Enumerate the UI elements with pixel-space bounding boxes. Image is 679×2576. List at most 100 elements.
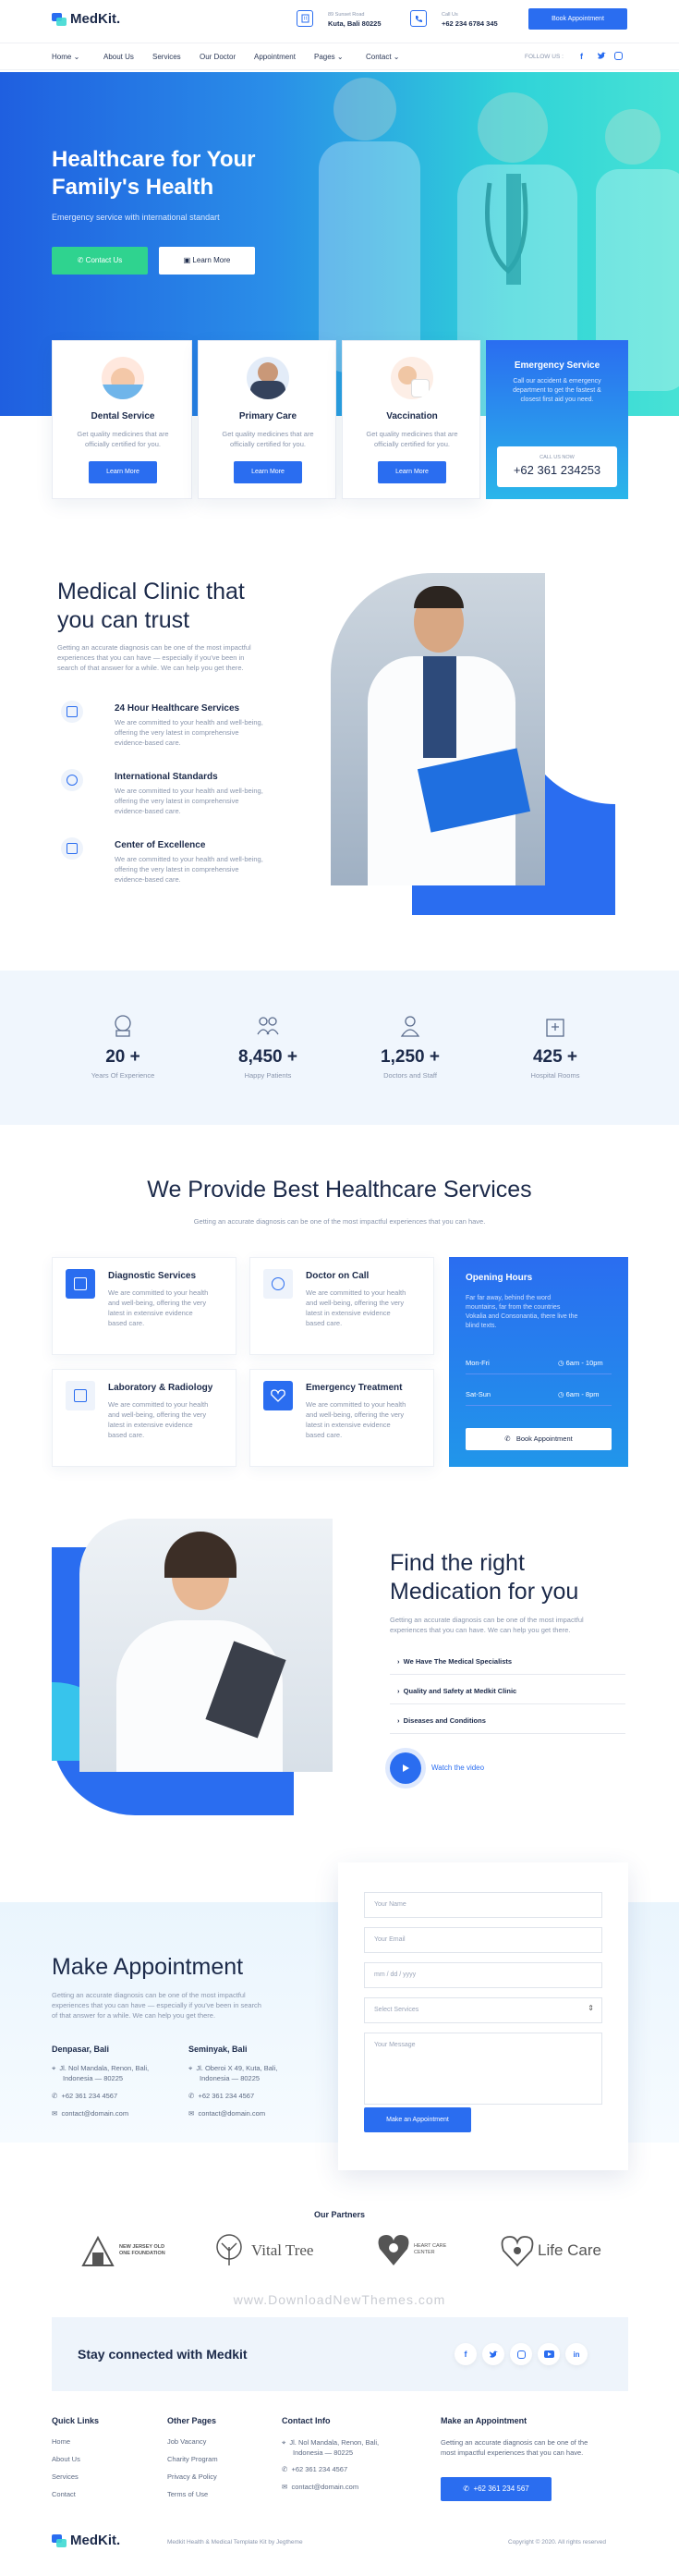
divider (390, 1674, 625, 1675)
hours-time: ◷ 6am - 10pm (558, 1359, 603, 1367)
footer-email[interactable]: ✉ contact@domain.com (282, 2483, 358, 2491)
partner-logo[interactable]: NEW JERSEY OLD ONE FOUNDATION (81, 2234, 169, 2267)
book-appointment-button[interactable]: Book Appointment (528, 8, 627, 30)
footer-heading: Make an Appointment (441, 2416, 527, 2425)
instagram-icon[interactable] (510, 2343, 532, 2365)
partner-logo[interactable]: HEART CARE CENTER (377, 2232, 447, 2267)
footer-phone-button[interactable]: ✆ +62 361 234 567 (441, 2477, 552, 2501)
footer-link-about[interactable]: About Us (52, 2455, 80, 2463)
tree-logo-icon (216, 2234, 242, 2265)
hero-title: Healthcare for Your Family's Health (52, 147, 256, 200)
office-email[interactable]: ✉ contact@domain.com (52, 2108, 128, 2118)
facebook-icon[interactable]: f (455, 2343, 477, 2365)
service-card-emergency: Emergency Treatment We are committed to … (249, 1369, 434, 1467)
name-input[interactable]: Your Name (364, 1892, 602, 1918)
footer-logo[interactable]: MedKit. (52, 2533, 120, 2548)
doctor-call-icon (263, 1269, 293, 1299)
nav-item-doctor[interactable]: Our Doctor (200, 53, 236, 61)
footer-appointment-text: Getting an accurate diagnosis can be one… (441, 2438, 588, 2457)
facebook-icon[interactable]: f (580, 52, 583, 61)
emergency-phone[interactable]: +62 361 234253 (497, 463, 617, 477)
provide-subtitle: Getting an accurate diagnosis can be one… (193, 1217, 486, 1226)
office-address: ⌖ Jl. Nol Mandala, Renon, Bali, Indonesia… (52, 2064, 150, 2082)
instagram-icon[interactable] (614, 52, 623, 60)
partner-logo[interactable]: Vital Tree (211, 2234, 313, 2267)
nav-item-home[interactable]: Home ⌄ (52, 53, 79, 61)
address-small: 89 Sunset Road (328, 12, 365, 18)
footer-link-services[interactable]: Services (52, 2472, 79, 2481)
footer-link-privacy[interactable]: Privacy & Policy (167, 2472, 217, 2481)
stat-number: 20 + (105, 1047, 140, 1067)
make-appointment-button[interactable]: Make an Appointment (364, 2107, 471, 2132)
medication-title: Find the right Medication for you (390, 1550, 579, 1605)
foundation-logo-icon (81, 2235, 115, 2266)
appointment-intro: Getting an accurate diagnosis can be one… (52, 1991, 261, 2020)
card-text: We are committed to your health and well-… (108, 1288, 209, 1327)
watermark-text: www.DownloadNewThemes.com (233, 2292, 446, 2307)
learn-more-button[interactable]: ▣ Learn More (159, 247, 255, 275)
service-card-doctor-on-call: Doctor on Call We are committed to your … (249, 1257, 434, 1355)
nav-item-appointment[interactable]: Appointment (254, 53, 296, 61)
medication-item[interactable]: › We Have The Medical Specialists (397, 1657, 512, 1666)
nav-item-pages[interactable]: Pages ⌄ (314, 53, 344, 61)
logo-icon (52, 12, 67, 26)
divider (466, 1373, 612, 1374)
office-email[interactable]: ✉ contact@domain.com (188, 2108, 265, 2118)
card-title: Doctor on Call (306, 1271, 370, 1281)
card-text: We are committed to your health and well-… (108, 1400, 209, 1439)
hours-title: Opening Hours (466, 1273, 533, 1283)
stat-label: Years Of Experience (91, 1071, 155, 1080)
stay-connected-banner: Stay connected with Medkit f in (52, 2317, 628, 2391)
brand-name: MedKit. (70, 2533, 121, 2548)
footer-link-terms[interactable]: Terms of Use (167, 2490, 208, 2498)
partner-name: HEART CARE CENTER (414, 2243, 447, 2255)
linkedin-icon[interactable]: in (565, 2343, 588, 2365)
nav-item-contact[interactable]: Contact ⌄ (366, 53, 400, 61)
nav-item-services[interactable]: Services (152, 53, 181, 61)
top-bar: MedKit. 89 Sunset Road Kuta, Bali 80225 … (0, 0, 679, 39)
stay-connected-title: Stay connected with Medkit (78, 2347, 248, 2362)
youtube-icon[interactable] (538, 2343, 560, 2365)
diagnostic-icon (66, 1269, 95, 1299)
service-card-laboratory: Laboratory & Radiology We are committed … (52, 1369, 236, 1467)
hours-day: Mon-Fri (466, 1359, 490, 1367)
footer-link-contact[interactable]: Contact (52, 2490, 76, 2498)
feature-title: Center of Excellence (115, 840, 206, 850)
footer-link-jobs[interactable]: Job Vacancy (167, 2437, 206, 2446)
brand-logo[interactable]: MedKit. (52, 11, 120, 27)
feature-text: We are committed to your health and well… (115, 718, 263, 747)
email-input[interactable]: Your Email (364, 1927, 602, 1953)
learn-more-button[interactable]: Learn More (89, 461, 157, 483)
card-title: Laboratory & Radiology (108, 1383, 213, 1393)
contact-us-button[interactable]: ✆ Contact Us (52, 247, 148, 275)
message-textarea[interactable]: Your Message (364, 2033, 602, 2105)
call-now-box[interactable]: CALL US NOW +62 361 234253 (497, 446, 617, 487)
card-title: Diagnostic Services (108, 1271, 197, 1281)
footer-link-charity[interactable]: Charity Program (167, 2455, 218, 2463)
footer-link-home[interactable]: Home (52, 2437, 70, 2446)
medication-item[interactable]: › Quality and Safety at Medkit Clinic (397, 1687, 516, 1695)
heart-logo-icon (378, 2235, 409, 2265)
office-phone: ✆ +62 361 234 4567 (188, 2092, 255, 2100)
book-appointment-button[interactable]: ✆ Book Appointment (466, 1428, 612, 1450)
partner-logo[interactable]: Life Care (501, 2234, 601, 2267)
footer-heading: Quick Links (52, 2416, 100, 2425)
card-text: We are committed to your health and well-… (306, 1400, 406, 1439)
services-select[interactable]: Select Services ⇕ (364, 1997, 602, 2023)
date-input[interactable]: mm / dd / yyyy (364, 1962, 602, 1988)
medication-intro: Getting an accurate diagnosis can be one… (390, 1616, 584, 1634)
watch-video-link[interactable]: Watch the video (431, 1764, 484, 1772)
divider (390, 1733, 625, 1734)
play-video-button[interactable] (390, 1752, 421, 1784)
nav-item-about[interactable]: About Us (103, 53, 134, 61)
laboratory-icon (66, 1381, 95, 1410)
footer-heading: Other Pages (167, 2416, 217, 2425)
medication-item[interactable]: › Diseases and Conditions (397, 1716, 486, 1725)
medication-doctor-photo (79, 1519, 333, 1772)
twitter-icon[interactable] (597, 52, 606, 60)
hours-time: ◷ 6am - 8pm (558, 1390, 600, 1398)
twitter-icon[interactable] (482, 2343, 504, 2365)
learn-more-button[interactable]: Learn More (234, 461, 302, 483)
main-nav: Home ⌄ About Us Services Our Doctor Appo… (0, 43, 679, 70)
learn-more-button[interactable]: Learn More (378, 461, 446, 483)
